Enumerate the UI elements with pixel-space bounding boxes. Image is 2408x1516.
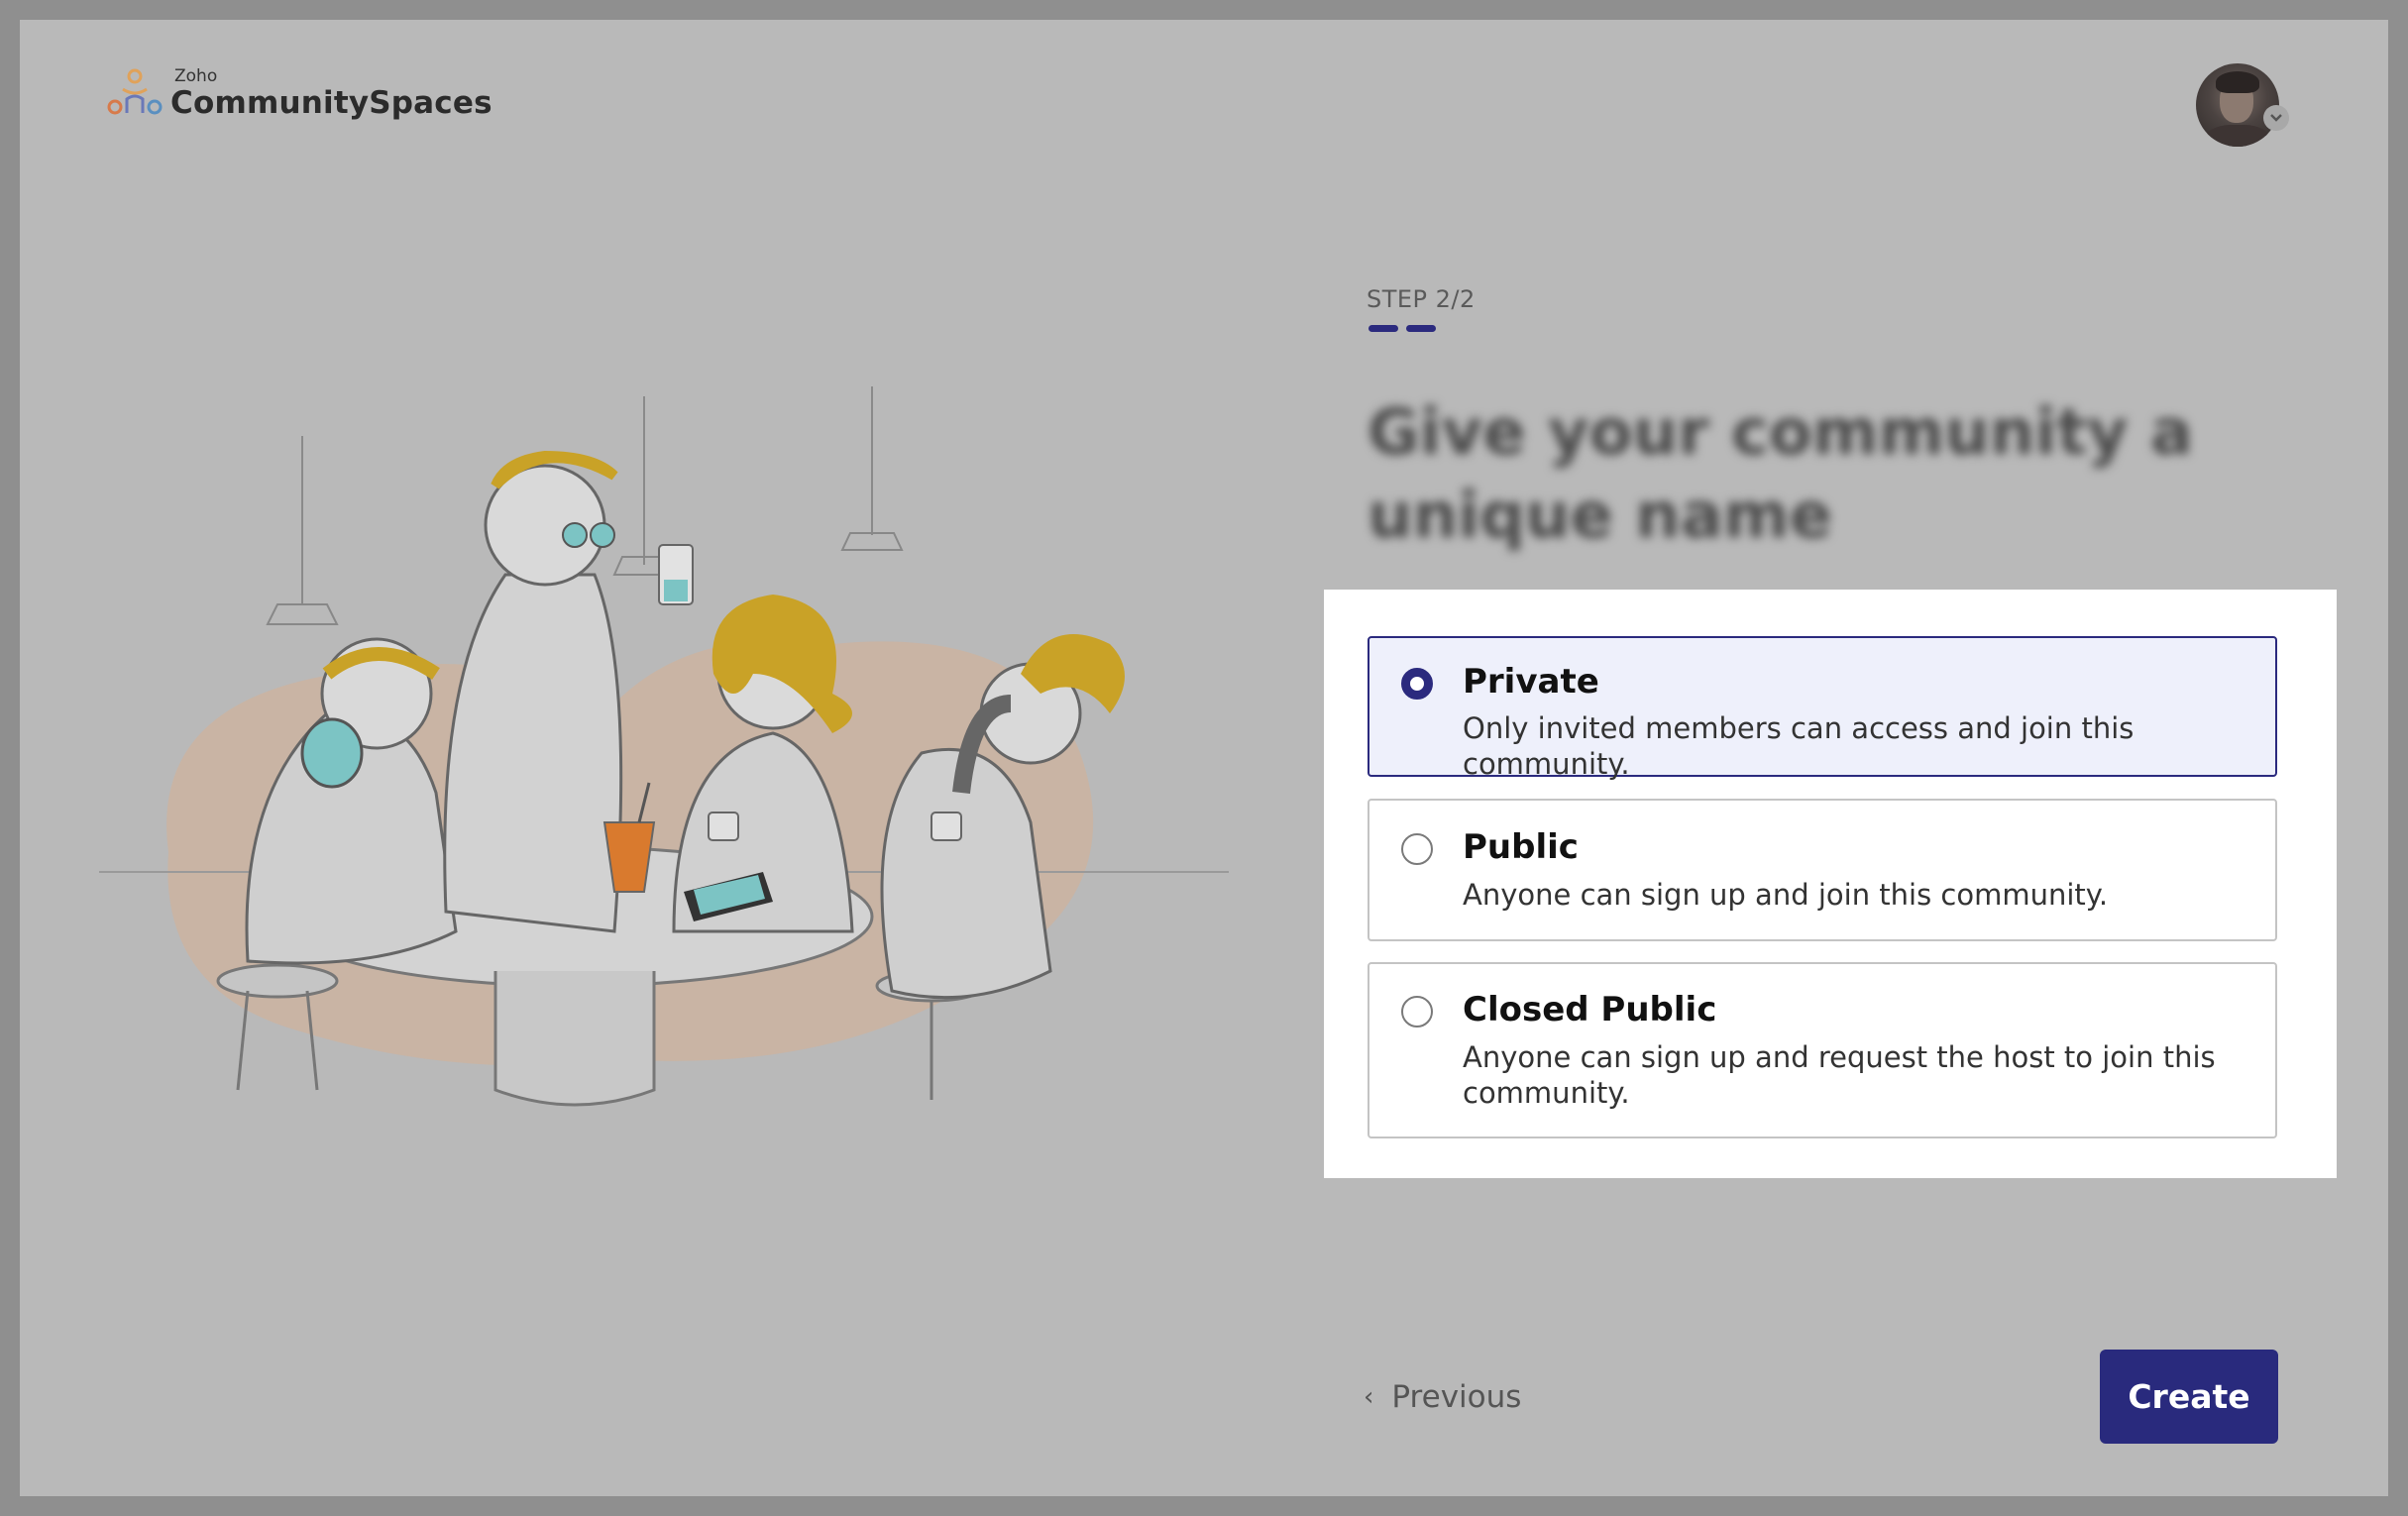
- chevron-down-icon[interactable]: [2263, 105, 2289, 131]
- product-name: CommunitySpaces: [170, 85, 493, 121]
- option-title: Private: [1463, 662, 1599, 702]
- option-description: Only invited members can access and join…: [1463, 711, 2134, 781]
- previous-label: Previous: [1391, 1379, 1522, 1415]
- previous-button[interactable]: ‹ Previous: [1364, 1379, 1521, 1415]
- page-title: Give your community a unique name: [1368, 396, 2194, 553]
- radio-private[interactable]: [1401, 668, 1433, 700]
- user-menu[interactable]: [2196, 63, 2305, 153]
- community-logo-icon: [107, 68, 163, 115]
- option-private[interactable]: Private Only invited members can access …: [1368, 636, 2277, 781]
- option-description: Anyone can sign up and join this communi…: [1463, 878, 2109, 912]
- step-progress: [1368, 325, 1436, 332]
- option-title: Closed Public: [1463, 990, 1717, 1029]
- step-indicator: STEP 2/2: [1367, 285, 1476, 313]
- create-button[interactable]: Create: [2100, 1350, 2278, 1444]
- step-bar-2: [1406, 325, 1436, 332]
- zoho-label: Zoho: [174, 66, 218, 86]
- option-closed-public[interactable]: Closed Public Anyone can sign up and req…: [1368, 962, 2277, 1138]
- radio-public[interactable]: [1401, 833, 1433, 865]
- community-type-panel: Private Only invited members can access …: [1324, 590, 2337, 1178]
- onboarding-page: Zoho CommunitySpaces STEP 2/2 Give your …: [20, 20, 2388, 1496]
- brand-logo: Zoho CommunitySpaces: [107, 67, 493, 119]
- radio-closed-public[interactable]: [1401, 996, 1433, 1028]
- cafe-illustration: [99, 386, 1229, 1107]
- option-public[interactable]: Public Anyone can sign up and join this …: [1368, 799, 2277, 941]
- chevron-left-icon: ‹: [1364, 1382, 1374, 1412]
- step-bar-1: [1368, 325, 1398, 332]
- option-title: Public: [1463, 827, 1579, 867]
- avatar[interactable]: [2196, 63, 2279, 147]
- option-description: Anyone can sign up and request the host …: [1463, 1040, 2216, 1110]
